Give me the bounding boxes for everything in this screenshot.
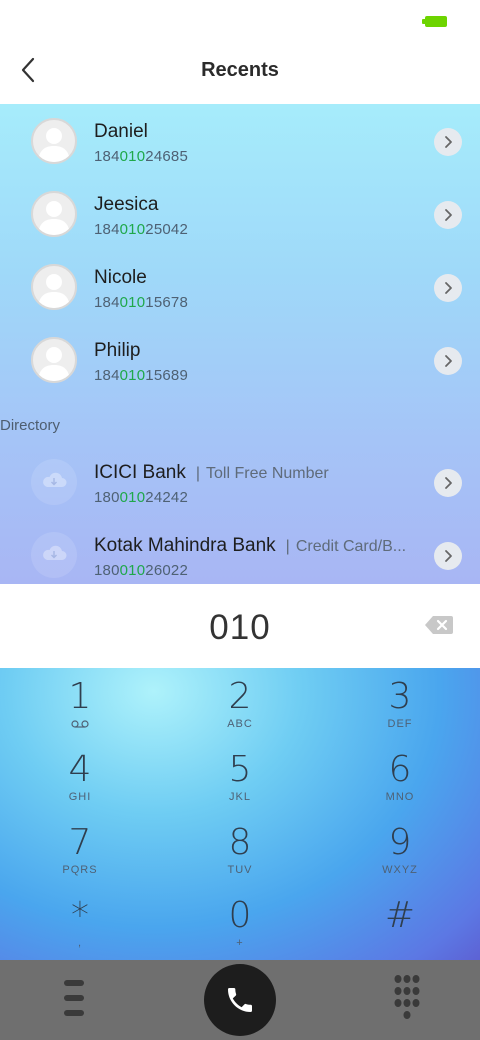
directory-name: ICICI Bank | Toll Free Number	[94, 462, 329, 483]
chevron-right-icon	[445, 136, 452, 148]
details-button[interactable]	[434, 347, 462, 375]
directory-section-label: Directory	[0, 417, 61, 434]
status-bar	[0, 0, 480, 40]
key-0[interactable]: 0 +	[160, 887, 320, 960]
contact-number: 18401025042	[94, 221, 188, 238]
contact-row-daniel[interactable]: Daniel 18401024685	[0, 104, 480, 177]
key-4[interactable]: 4 GHI	[0, 741, 160, 814]
chevron-right-icon	[445, 209, 452, 221]
dial-keypad: 1 2 ABC 3 DEF 4 GHI 5 JKL 6 MNO 7 PQRS 8…	[0, 668, 480, 960]
directory-number: 18001026022	[94, 562, 188, 579]
phone-icon	[228, 988, 252, 1012]
contact-row-philip[interactable]: Philip 18401015689	[0, 323, 480, 396]
person-icon	[38, 128, 70, 162]
dialpad-icon	[394, 975, 420, 1019]
avatar	[31, 459, 77, 505]
chevron-right-icon	[445, 282, 452, 294]
directory-row-kotak[interactable]: Kotak Mahindra Bank | Credit Card/B... 180…	[0, 518, 480, 584]
contact-row-jeesica[interactable]: Jeesica 18401025042	[0, 177, 480, 250]
directory-row-icici[interactable]: ICICI Bank | Toll Free Number 18001024242	[0, 445, 480, 518]
key-hash[interactable]: #	[320, 887, 480, 960]
search-results: Daniel 18401024685 Jeesica 18401025042 N…	[0, 104, 480, 584]
avatar	[31, 191, 77, 237]
avatar	[31, 118, 77, 164]
menu-button[interactable]	[58, 976, 90, 1020]
person-icon	[38, 274, 70, 308]
directory-number: 18001024242	[94, 489, 188, 506]
contact-number: 18401015678	[94, 294, 188, 311]
cloud-download-icon	[43, 545, 67, 560]
avatar	[31, 264, 77, 310]
details-button[interactable]	[434, 542, 462, 570]
contact-number: 18401015689	[94, 367, 188, 384]
person-icon	[38, 347, 70, 381]
contact-name: Nicole	[94, 267, 147, 288]
key-1[interactable]: 1	[0, 668, 160, 741]
bottom-bar	[0, 960, 480, 1040]
voicemail-icon	[71, 720, 89, 728]
contact-name: Philip	[94, 340, 141, 361]
key-6[interactable]: 6 MNO	[320, 741, 480, 814]
contact-name: Jeesica	[94, 194, 159, 215]
battery-icon	[422, 16, 447, 27]
key-5[interactable]: 5 JKL	[160, 741, 320, 814]
menu-icon	[64, 980, 84, 1016]
cloud-download-icon	[43, 472, 67, 487]
key-star[interactable]: * ,	[0, 887, 160, 960]
call-button[interactable]	[204, 964, 276, 1036]
directory-name: Kotak Mahindra Bank | Credit Card/B...	[94, 535, 407, 556]
key-7[interactable]: 7 PQRS	[0, 814, 160, 887]
dialed-number: 010	[209, 608, 271, 647]
chevron-right-icon	[445, 550, 452, 562]
header: Recents	[0, 40, 480, 104]
chevron-right-icon	[445, 477, 452, 489]
contact-name: Daniel	[94, 121, 148, 142]
key-8[interactable]: 8 TUV	[160, 814, 320, 887]
key-2[interactable]: 2 ABC	[160, 668, 320, 741]
details-button[interactable]	[434, 128, 462, 156]
keypad-toggle-button[interactable]	[392, 974, 422, 1028]
dialed-number-display: 010	[0, 584, 480, 668]
page-title: Recents	[201, 59, 279, 81]
backspace-button[interactable]	[424, 614, 454, 636]
details-button[interactable]	[434, 469, 462, 497]
avatar	[31, 337, 77, 383]
key-3[interactable]: 3 DEF	[320, 668, 480, 741]
contact-row-nicole[interactable]: Nicole 18401015678	[0, 250, 480, 323]
contact-number: 18401024685	[94, 148, 188, 165]
chevron-right-icon	[445, 355, 452, 367]
key-9[interactable]: 9 WXYZ	[320, 814, 480, 887]
details-button[interactable]	[434, 201, 462, 229]
details-button[interactable]	[434, 274, 462, 302]
backspace-icon	[425, 616, 453, 634]
person-icon	[38, 201, 70, 235]
avatar	[31, 532, 77, 578]
